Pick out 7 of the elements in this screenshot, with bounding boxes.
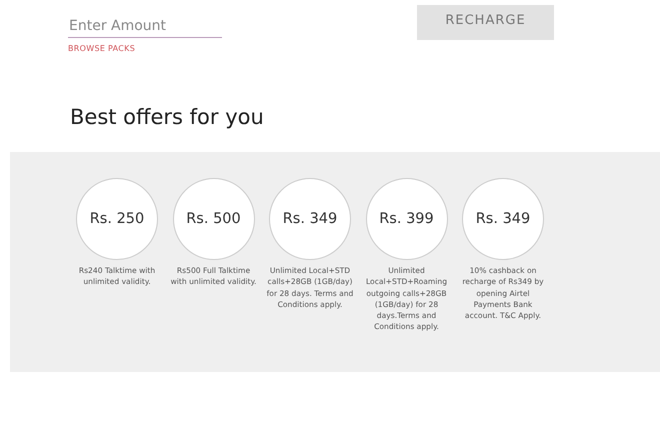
browse-packs-link[interactable]: BROWSE PACKS bbox=[68, 44, 136, 53]
section-heading: Best offers for you bbox=[69, 104, 265, 131]
offer-price-circle[interactable]: Rs. 399 bbox=[366, 178, 448, 260]
offer-price-circle[interactable]: Rs. 250 bbox=[76, 178, 158, 260]
offer-price-circle[interactable]: Rs. 349 bbox=[269, 178, 351, 260]
offer-price-circle[interactable]: Rs. 500 bbox=[172, 178, 254, 260]
offer-price-circle[interactable]: Rs. 349 bbox=[462, 178, 544, 260]
